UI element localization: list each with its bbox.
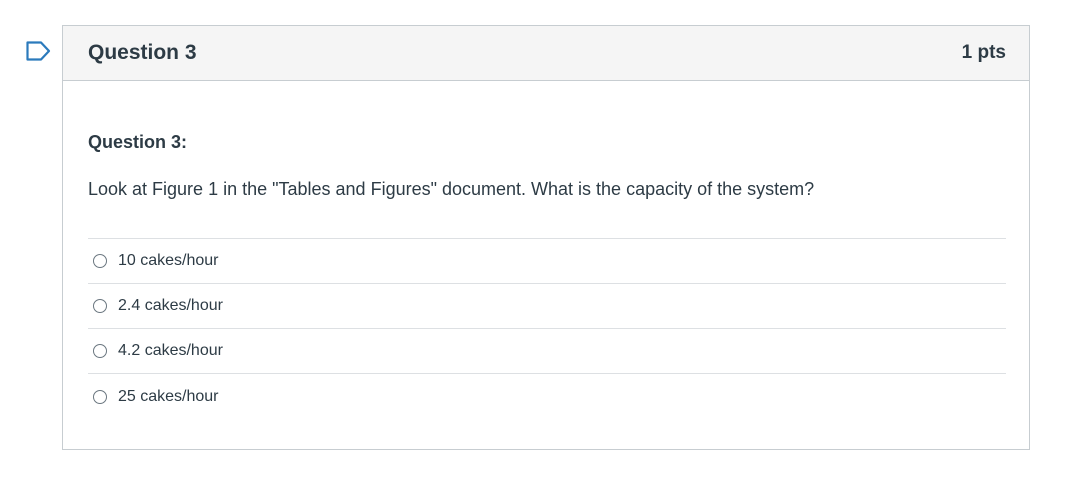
answer-label[interactable]: 4.2 cakes/hour bbox=[118, 342, 223, 360]
question-card: Question 3 1 pts Question 3: Look at Fig… bbox=[62, 25, 1030, 450]
question-header: Question 3 1 pts bbox=[63, 26, 1029, 81]
radio-button[interactable] bbox=[93, 254, 107, 268]
question-text: Look at Figure 1 in the "Tables and Figu… bbox=[88, 179, 815, 199]
answer-option[interactable]: 4.2 cakes/hour bbox=[88, 329, 1006, 374]
question-title: Question 3 bbox=[88, 41, 197, 64]
answer-list: 10 cakes/hour 2.4 cakes/hour 4.2 cakes/h… bbox=[88, 238, 1006, 419]
answer-label[interactable]: 10 cakes/hour bbox=[118, 252, 219, 270]
question-subheading: Question 3: bbox=[88, 132, 188, 152]
answer-option[interactable]: 2.4 cakes/hour bbox=[88, 284, 1006, 329]
answer-label[interactable]: 2.4 cakes/hour bbox=[118, 297, 223, 315]
radio-button[interactable] bbox=[93, 389, 107, 404]
flag-question-icon[interactable] bbox=[26, 41, 52, 61]
answer-option[interactable]: 25 cakes/hour bbox=[88, 374, 1006, 419]
radio-button[interactable] bbox=[93, 344, 107, 358]
answer-option[interactable]: 10 cakes/hour bbox=[88, 239, 1006, 284]
question-body: Question 3: Look at Figure 1 in the "Tab… bbox=[63, 81, 1029, 419]
question-points: 1 pts bbox=[961, 42, 1006, 63]
radio-button[interactable] bbox=[93, 299, 107, 313]
answer-label[interactable]: 25 cakes/hour bbox=[118, 388, 219, 406]
